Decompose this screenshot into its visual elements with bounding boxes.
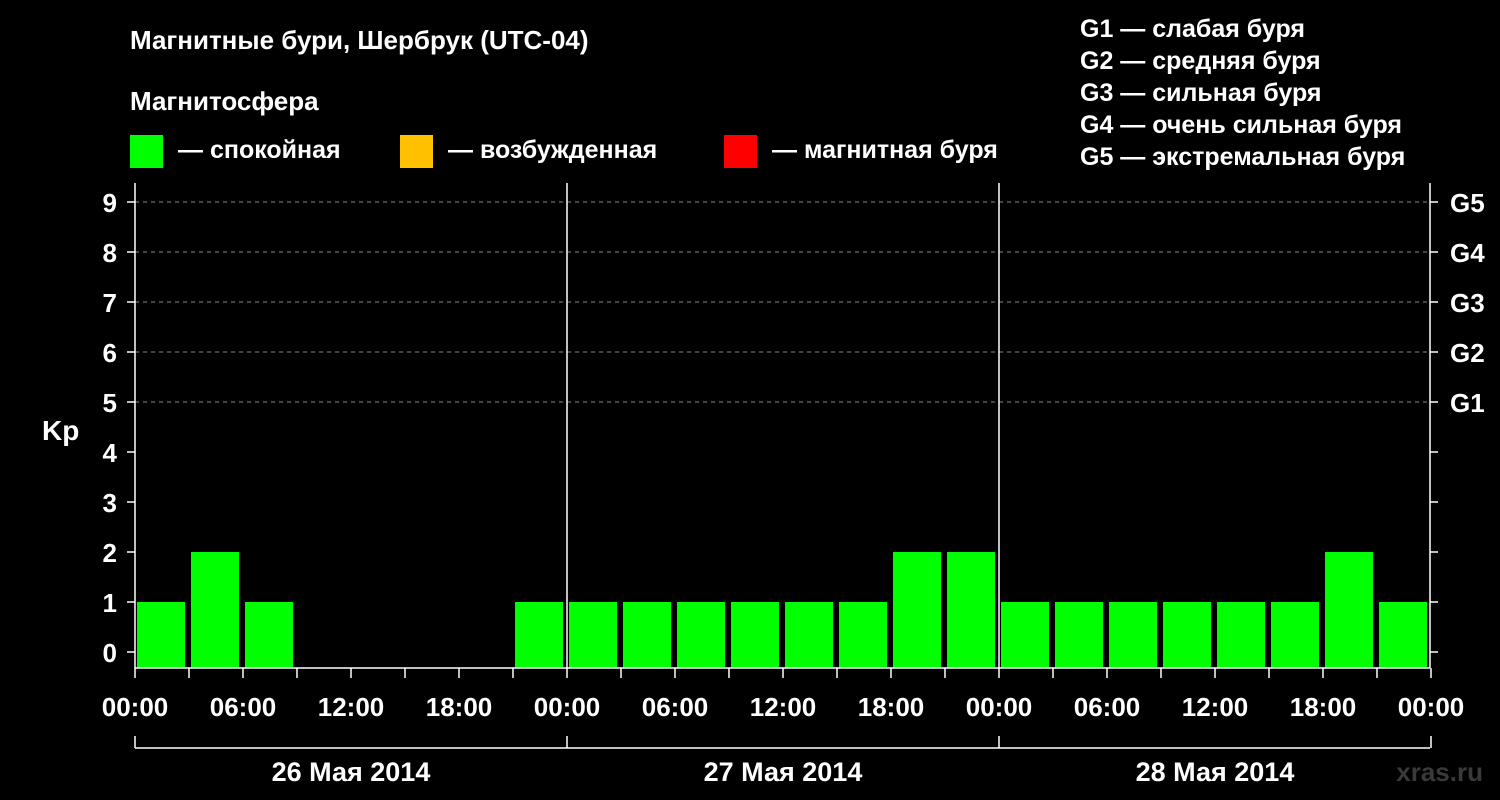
x-tick-label: 12:00 [750,692,817,722]
day-label: 27 Мая 2014 [704,757,863,787]
bars [137,552,1427,668]
g-legend-item: G4 — очень сильная буря [1080,111,1402,139]
y-tick-label: 9 [103,188,117,218]
kp-bar [677,602,725,668]
g-scale-label: G4 [1450,238,1485,268]
kp-bar [839,602,887,668]
y-tick-label: 1 [103,588,117,618]
day-label: 28 Мая 2014 [1136,757,1295,787]
x-tick-label: 00:00 [102,692,169,722]
y-tick-label: 7 [103,288,117,318]
chart-title: Магнитные бури, Шербрук (UTC-04) [130,25,589,55]
legend-swatch [724,135,757,168]
legend-swatch [400,135,433,168]
x-tick-label: 00:00 [1398,692,1465,722]
legend-swatch [130,135,163,168]
kp-bar [947,552,995,668]
y-tick-label: 0 [103,638,117,668]
y-tick-label: 6 [103,338,117,368]
kp-bar [1271,602,1319,668]
axes: 0 1 2 3 4 5 6 7 8 9 G1 G2 G3 G4 G5 00:00 06:00 12:00 18:00… [102,183,1485,787]
g-legend-item: G5 — экстремальная буря [1080,143,1405,171]
kp-bar [191,552,239,668]
x-tick-label: 06:00 [1074,692,1141,722]
g-scale-label: G5 [1450,188,1485,218]
y-tick-label: 2 [103,538,117,568]
x-tick-label: 00:00 [534,692,601,722]
kp-bar [1217,602,1265,668]
kp-bar [623,602,671,668]
kp-bar [1055,602,1103,668]
y-tick-label: 4 [103,438,118,468]
g-scale-legend: G1 — слабая буря G2 — средняя буря G3 — си… [1080,15,1405,171]
legend-label: — возбужденная [448,136,657,164]
x-tick-label: 18:00 [858,692,925,722]
y-axis-label: Kp [42,415,79,446]
kp-bar [1379,602,1427,668]
legend-label: — магнитная буря [772,136,998,164]
kp-bar [893,552,941,668]
y-tick-label: 5 [103,388,117,418]
g-legend-item: G1 — слабая буря [1080,15,1305,43]
x-tick-label: 18:00 [1290,692,1357,722]
kp-bar [137,602,185,668]
chart-subtitle: Магнитосфера [130,86,319,116]
x-tick-label: 06:00 [642,692,709,722]
grid-lines [135,201,1430,403]
kp-bar [1001,602,1049,668]
kp-bar [515,602,563,668]
x-tick-label: 12:00 [1182,692,1249,722]
x-tick-label: 00:00 [966,692,1033,722]
x-tick-label: 06:00 [210,692,277,722]
g-scale-label: G1 [1450,388,1485,418]
y-tick-label: 8 [103,238,117,268]
kp-bar [245,602,293,668]
kp-bar [1163,602,1211,668]
g-scale-label: G3 [1450,288,1485,318]
y-tick-label: 3 [103,488,117,518]
watermark: xras.ru [1396,757,1483,787]
g-scale-label: G2 [1450,338,1485,368]
kp-chart: Магнитные бури, Шербрук (UTC-04) Магнито… [42,15,1485,787]
kp-bar [1109,602,1157,668]
x-tick-label: 18:00 [426,692,493,722]
g-legend-item: G2 — средняя буря [1080,47,1321,75]
kp-bar [731,602,779,668]
x-tick-label: 12:00 [318,692,385,722]
g-legend-item: G3 — сильная буря [1080,79,1322,107]
legend-label: — спокойная [178,136,341,164]
kp-bar [1325,552,1373,668]
kp-bar [569,602,617,668]
day-label: 26 Мая 2014 [272,757,431,787]
kp-bar [785,602,833,668]
color-legend: — спокойная — возбужденная — магнитная бур… [130,135,998,168]
